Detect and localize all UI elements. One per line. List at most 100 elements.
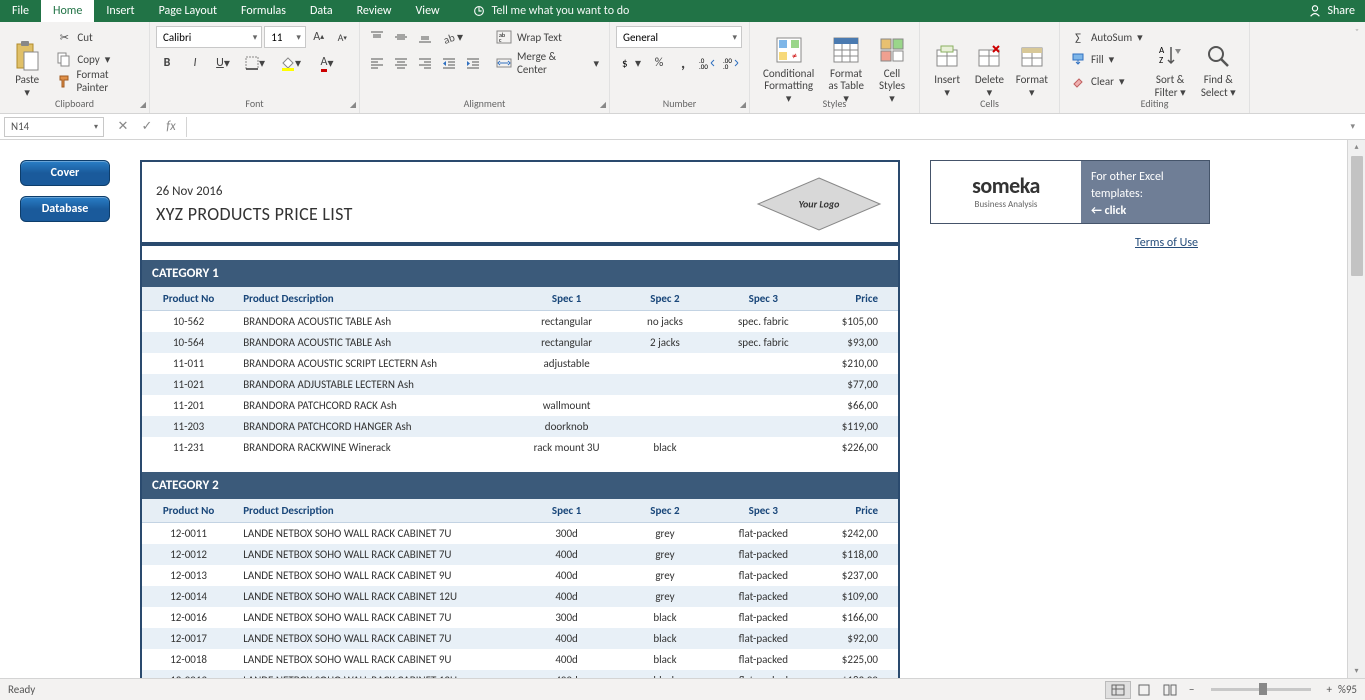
font-name-select[interactable]: Calibri: [156, 26, 262, 48]
cell-s2[interactable]: black: [618, 670, 711, 678]
cell-s3[interactable]: flat-packed: [712, 628, 816, 649]
cell-desc[interactable]: LANDE NETBOX SOHO WALL RACK CABINET 12U: [235, 670, 515, 678]
cell-no[interactable]: 12-0019: [142, 670, 235, 678]
table-row[interactable]: 12-0016LANDE NETBOX SOHO WALL RACK CABIN…: [142, 607, 898, 628]
tab-view[interactable]: View: [404, 0, 452, 22]
table-row[interactable]: 12-0019LANDE NETBOX SOHO WALL RACK CABIN…: [142, 670, 898, 678]
cell-price[interactable]: $210,00: [815, 353, 898, 374]
cell-no[interactable]: 10-562: [142, 311, 235, 333]
cell-s3[interactable]: flat-packed: [712, 670, 816, 678]
align-left-button[interactable]: [366, 52, 388, 74]
cell-s2[interactable]: [618, 416, 711, 437]
cell-no[interactable]: 12-0018: [142, 649, 235, 670]
cell-s1[interactable]: 400d: [515, 649, 619, 670]
cell-s3[interactable]: [712, 374, 816, 395]
fx-button[interactable]: fx: [160, 117, 182, 137]
cell-no[interactable]: 11-201: [142, 395, 235, 416]
table-row[interactable]: 12-0013LANDE NETBOX SOHO WALL RACK CABIN…: [142, 565, 898, 586]
align-bottom-button[interactable]: [414, 26, 436, 48]
tab-insert[interactable]: Insert: [94, 0, 146, 22]
cell-s1[interactable]: 400d: [515, 565, 619, 586]
decrease-indent-button[interactable]: [438, 52, 460, 74]
cell-desc[interactable]: LANDE NETBOX SOHO WALL RACK CABINET 7U: [235, 607, 515, 628]
cell-price[interactable]: $66,00: [815, 395, 898, 416]
decrease-decimal-button[interactable]: .00.0: [720, 52, 742, 74]
merge-center-button[interactable]: Merge & Center ▾: [492, 52, 603, 74]
cell-no[interactable]: 12-0016: [142, 607, 235, 628]
increase-indent-button[interactable]: [462, 52, 484, 74]
orientation-button[interactable]: ab ▾: [438, 26, 468, 48]
cell-price[interactable]: $92,00: [815, 628, 898, 649]
expand-formula-icon[interactable]: ▾: [1344, 121, 1361, 132]
cell-s2[interactable]: grey: [618, 523, 711, 545]
cell-desc[interactable]: LANDE NETBOX SOHO WALL RACK CABINET 7U: [235, 628, 515, 649]
cancel-formula-button[interactable]: ✕: [112, 117, 134, 137]
table-row[interactable]: 12-0011LANDE NETBOX SOHO WALL RACK CABIN…: [142, 523, 898, 545]
copy-button[interactable]: Copy ▾: [52, 48, 143, 70]
font-expand-icon[interactable]: ◢: [350, 100, 356, 110]
cell-s1[interactable]: 400d: [515, 670, 619, 678]
cell-no[interactable]: 12-0014: [142, 586, 235, 607]
page-break-view-button[interactable]: [1157, 681, 1183, 699]
zoom-slider[interactable]: [1211, 688, 1311, 691]
table-row[interactable]: 10-564BRANDORA ACOUSTIC TABLE Ashrectang…: [142, 332, 898, 353]
cell-no[interactable]: 12-0012: [142, 544, 235, 565]
cell-s3[interactable]: flat-packed: [712, 649, 816, 670]
cell-s1[interactable]: wallmount: [515, 395, 619, 416]
align-right-button[interactable]: [414, 52, 436, 74]
cell-desc[interactable]: BRANDORA ACOUSTIC SCRIPT LECTERN Ash: [235, 353, 515, 374]
cell-s1[interactable]: rectangular: [515, 332, 619, 353]
table-row[interactable]: 12-0018LANDE NETBOX SOHO WALL RACK CABIN…: [142, 649, 898, 670]
table-row[interactable]: 12-0014LANDE NETBOX SOHO WALL RACK CABIN…: [142, 586, 898, 607]
cell-price[interactable]: $109,00: [815, 586, 898, 607]
table-row[interactable]: 11-011BRANDORA ACOUSTIC SCRIPT LECTERN A…: [142, 353, 898, 374]
scrollbar-thumb[interactable]: [1351, 156, 1363, 276]
zoom-in-button[interactable]: +: [1327, 683, 1332, 696]
number-format-select[interactable]: General: [616, 26, 742, 48]
cell-s1[interactable]: rack mount 3U: [515, 437, 619, 458]
cell-s1[interactable]: rectangular: [515, 311, 619, 333]
cell-desc[interactable]: LANDE NETBOX SOHO WALL RACK CABINET 9U: [235, 649, 515, 670]
cell-s1[interactable]: 300d: [515, 523, 619, 545]
cell-s2[interactable]: black: [618, 649, 711, 670]
cell-s2[interactable]: 2 jacks: [618, 332, 711, 353]
zoom-knob[interactable]: [1259, 683, 1267, 695]
database-button[interactable]: Database: [20, 196, 110, 222]
cell-s2[interactable]: grey: [618, 565, 711, 586]
align-top-button[interactable]: [366, 26, 388, 48]
cell-s3[interactable]: spec. fabric: [712, 311, 816, 333]
cell-price[interactable]: $105,00: [815, 311, 898, 333]
enter-formula-button[interactable]: ✓: [136, 117, 158, 137]
cover-button[interactable]: Cover: [20, 160, 110, 186]
increase-font-button[interactable]: A▴: [308, 26, 330, 48]
cell-price[interactable]: $183,00: [815, 670, 898, 678]
cell-s3[interactable]: [712, 395, 816, 416]
zoom-value[interactable]: %95: [1338, 683, 1357, 696]
cell-no[interactable]: 11-011: [142, 353, 235, 374]
cell-s2[interactable]: no jacks: [618, 311, 711, 333]
alignment-expand-icon[interactable]: ◢: [600, 100, 606, 110]
cell-s3[interactable]: flat-packed: [712, 565, 816, 586]
border-button[interactable]: ▾: [240, 52, 270, 74]
number-expand-icon[interactable]: ◢: [740, 100, 746, 110]
formula-input[interactable]: [191, 117, 1340, 137]
cell-desc[interactable]: BRANDORA PATCHCORD HANGER Ash: [235, 416, 515, 437]
table-row[interactable]: 10-562BRANDORA ACOUSTIC TABLE Ashrectang…: [142, 311, 898, 333]
zoom-out-button[interactable]: −: [1189, 683, 1194, 696]
cell-no[interactable]: 11-203: [142, 416, 235, 437]
table-row[interactable]: 12-0017LANDE NETBOX SOHO WALL RACK CABIN…: [142, 628, 898, 649]
cell-desc[interactable]: BRANDORA RACKWINE Winerack: [235, 437, 515, 458]
cell-s1[interactable]: 400d: [515, 544, 619, 565]
comma-button[interactable]: ,: [672, 52, 694, 74]
tab-review[interactable]: Review: [345, 0, 404, 22]
tab-home[interactable]: Home: [41, 0, 94, 22]
cell-price[interactable]: $166,00: [815, 607, 898, 628]
tab-file[interactable]: File: [0, 0, 41, 22]
autosum-button[interactable]: ∑AutoSum ▾: [1066, 26, 1147, 48]
cell-price[interactable]: $77,00: [815, 374, 898, 395]
cell-s2[interactable]: black: [618, 607, 711, 628]
cell-desc[interactable]: LANDE NETBOX SOHO WALL RACK CABINET 12U: [235, 586, 515, 607]
cell-desc[interactable]: LANDE NETBOX SOHO WALL RACK CABINET 7U: [235, 544, 515, 565]
cell-price[interactable]: $237,00: [815, 565, 898, 586]
tell-me-search[interactable]: Tell me what you want to do: [472, 4, 630, 18]
